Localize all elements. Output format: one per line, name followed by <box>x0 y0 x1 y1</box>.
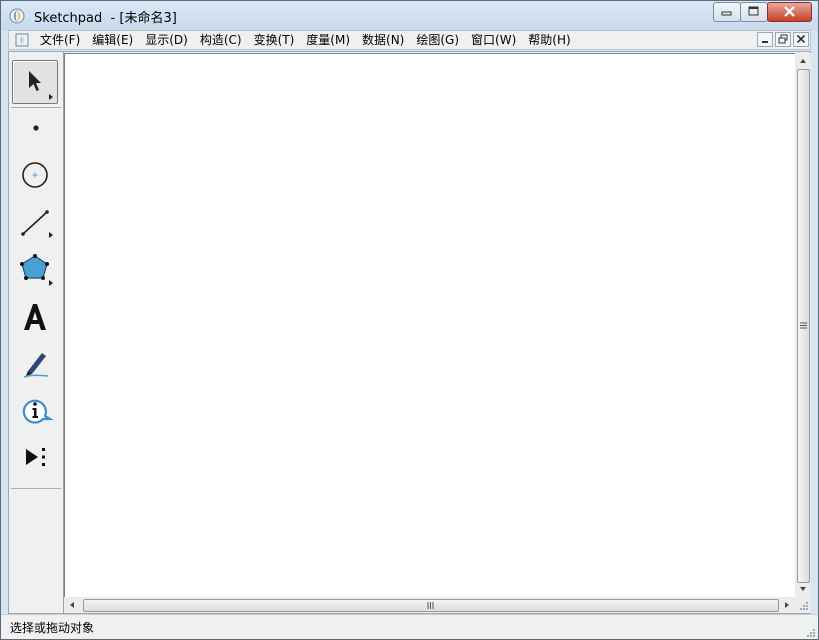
title-bar[interactable]: Sketchpad - [未命名3] <box>1 1 818 30</box>
menu-graph[interactable]: 绘图(G) <box>410 33 465 48</box>
document-icon[interactable] <box>15 33 29 47</box>
custom-tool[interactable] <box>12 435 58 479</box>
info-bubble-icon <box>22 399 54 424</box>
information-tool[interactable] <box>12 388 58 432</box>
text-A-icon <box>24 304 46 330</box>
menu-window[interactable]: 窗口(W) <box>465 33 522 48</box>
scroll-left-icon[interactable] <box>64 597 80 613</box>
menu-display[interactable]: 显示(D) <box>139 33 194 48</box>
window-title: Sketchpad - [未命名3] <box>34 11 177 26</box>
close-icon <box>784 6 795 17</box>
vertical-scrollbar[interactable] <box>795 53 811 597</box>
app-window: Sketchpad - [未命名3] 文件(F) 编辑(E) 显示(D) 构造(… <box>0 0 819 640</box>
circle-icon <box>22 162 48 188</box>
window-controls <box>713 2 812 22</box>
doc-restore-button[interactable] <box>775 32 791 47</box>
text-tool[interactable] <box>12 294 58 338</box>
resize-grip-icon <box>800 602 808 610</box>
point-icon <box>33 125 39 131</box>
segment-icon <box>21 210 53 238</box>
menu-measure[interactable]: 度量(M) <box>300 33 356 48</box>
doc-close-button[interactable] <box>793 32 809 47</box>
document-window-controls <box>755 32 809 47</box>
straightedge-tool[interactable] <box>12 200 58 244</box>
grip-icon <box>427 602 434 609</box>
menu-bar: 文件(F) 编辑(E) 显示(D) 构造(C) 变换(T) 度量(M) 数据(N… <box>8 30 811 50</box>
pentagon-icon <box>20 254 53 286</box>
horizontal-scroll-thumb[interactable] <box>83 599 779 612</box>
scroll-right-icon[interactable] <box>779 597 795 613</box>
menu-transform[interactable]: 变换(T) <box>248 33 301 48</box>
sketch-canvas[interactable] <box>64 53 795 597</box>
grip-icon <box>800 322 807 329</box>
point-tool[interactable] <box>12 106 58 150</box>
doc-minimize-button[interactable] <box>757 32 773 47</box>
restore-icon <box>778 34 788 44</box>
menu-items: 文件(F) 编辑(E) 显示(D) 构造(C) 变换(T) 度量(M) 数据(N… <box>34 33 577 48</box>
menu-construct[interactable]: 构造(C) <box>194 33 248 48</box>
marker-tool[interactable] <box>12 341 58 385</box>
scroll-up-icon[interactable] <box>795 53 811 69</box>
vertical-scroll-thumb[interactable] <box>797 69 810 583</box>
close-button[interactable] <box>767 2 812 22</box>
menu-file[interactable]: 文件(F) <box>34 33 86 48</box>
maximize-button[interactable] <box>740 2 768 22</box>
status-bar: 选择或拖动对象 <box>1 614 818 639</box>
minimize-button[interactable] <box>713 2 741 22</box>
scrollbar-corner <box>795 597 811 613</box>
minimize-icon <box>721 11 732 16</box>
arrow-pointer-icon <box>29 71 53 100</box>
play-more-icon <box>26 448 45 466</box>
minimize-icon <box>762 41 768 43</box>
sketchpad-logo-icon <box>9 8 25 24</box>
select-arrow-tool[interactable] <box>12 60 58 104</box>
menu-help[interactable]: 帮助(H) <box>522 33 576 48</box>
toolbox <box>9 52 64 613</box>
polygon-tool[interactable] <box>12 247 58 291</box>
marker-pen-icon <box>23 353 49 378</box>
document-area <box>8 51 811 614</box>
toolbox-divider <box>11 488 61 489</box>
resize-grip-icon[interactable] <box>804 626 816 638</box>
status-text: 选择或拖动对象 <box>10 621 95 635</box>
close-icon <box>796 34 806 44</box>
scroll-down-icon[interactable] <box>795 581 811 597</box>
compass-tool[interactable] <box>12 153 58 197</box>
menu-edit[interactable]: 编辑(E) <box>86 33 139 48</box>
horizontal-scrollbar[interactable] <box>64 597 795 613</box>
menu-data[interactable]: 数据(N) <box>356 33 410 48</box>
maximize-icon <box>748 6 759 16</box>
